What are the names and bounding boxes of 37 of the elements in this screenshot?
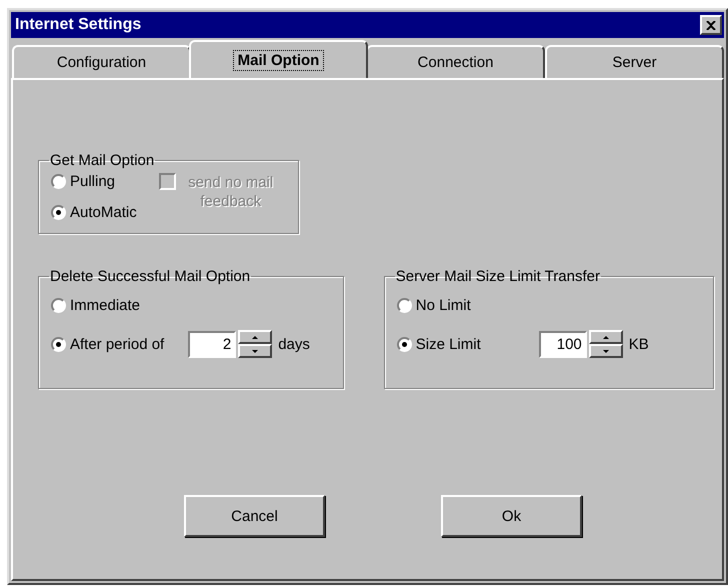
tab[interactable]: Mail Option	[189, 40, 368, 78]
group-title: Delete Successful Mail Option	[49, 268, 252, 285]
close-button[interactable]	[700, 15, 722, 35]
radio-label: AutoMatic	[70, 204, 137, 221]
spin-up-button[interactable]	[588, 330, 623, 344]
window-title: Internet Settings	[15, 16, 142, 34]
checkbox-label: send no mail feedback	[187, 173, 274, 211]
radio-button[interactable]	[51, 298, 66, 313]
group-title: Server Mail Size Limit Transfer	[394, 268, 601, 285]
tab[interactable]: Configuration	[12, 45, 191, 78]
spin-up-button[interactable]	[238, 330, 272, 344]
radio-label: After period of	[70, 336, 164, 352]
unit-label: KB	[628, 336, 649, 352]
unit-label: days	[278, 336, 310, 352]
number-field[interactable]: 2	[188, 330, 236, 358]
dialog-button[interactable]: Cancel	[184, 495, 325, 537]
up-arrow-icon	[602, 336, 609, 338]
down-arrow-icon	[602, 350, 609, 352]
radio-label: No Limit	[416, 297, 471, 314]
radio-label: Size Limit	[416, 336, 481, 352]
tab[interactable]: Connection	[366, 45, 545, 78]
tab[interactable]: Server	[545, 45, 724, 78]
radio-button[interactable]	[396, 336, 412, 352]
close-icon	[706, 20, 716, 30]
down-arrow-icon	[252, 350, 258, 352]
radio-button[interactable]	[51, 336, 66, 352]
group-title: Get Mail Option	[49, 152, 156, 169]
spin-down-button[interactable]	[588, 344, 623, 358]
radio-button[interactable]	[396, 298, 412, 313]
radio-label: Pulling	[70, 173, 116, 190]
radio-button[interactable]	[51, 174, 66, 189]
number-field[interactable]: 100	[538, 330, 587, 358]
up-arrow-icon	[252, 336, 258, 338]
radio-button[interactable]	[51, 205, 66, 220]
radio-label: Immediate	[70, 297, 140, 314]
spin-down-button[interactable]	[238, 344, 272, 358]
dialog-button[interactable]: Ok	[441, 495, 582, 537]
